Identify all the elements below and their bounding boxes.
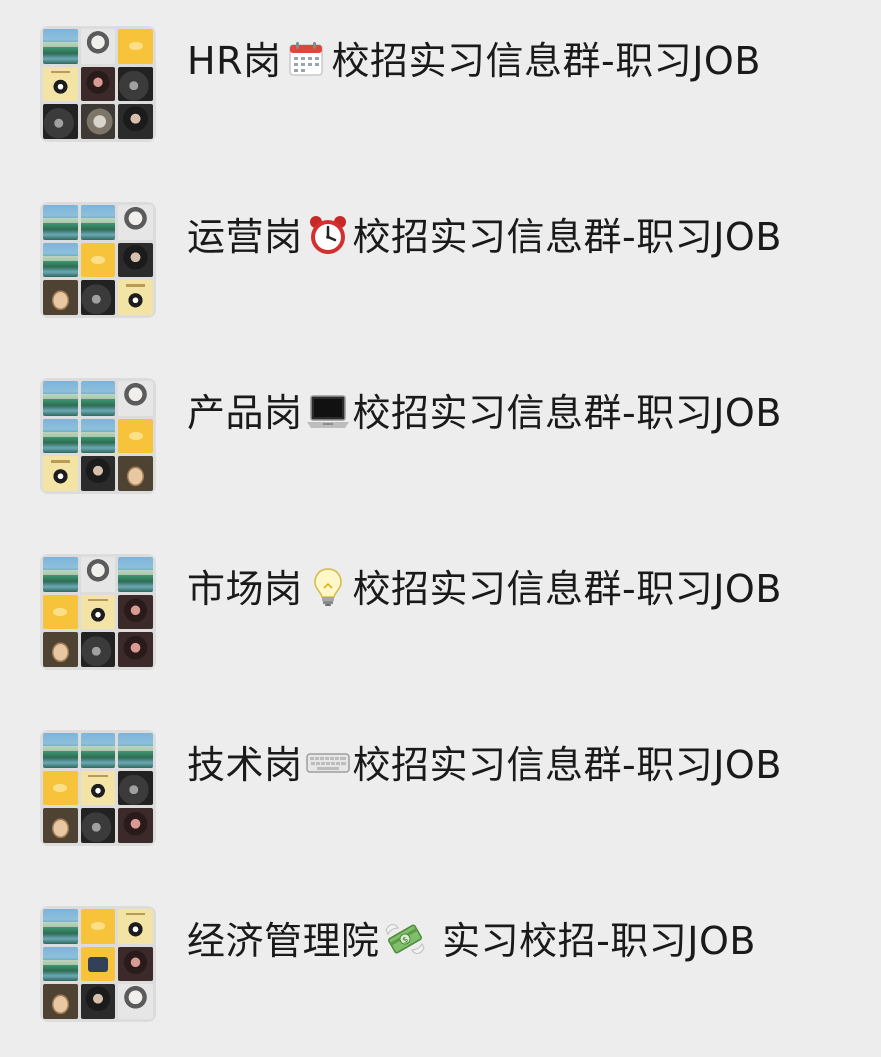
avatar-tile — [118, 104, 153, 139]
chat-title[interactable]: 市场岗 校招实习信息群-职习JOB — [187, 564, 782, 614]
avatar-tile — [80, 280, 116, 315]
chat-title[interactable]: 产品岗 校招实习信息群-职习JOB — [187, 388, 782, 438]
chat-title[interactable]: 技术岗 校招实习信息群-职习JOB — [187, 740, 782, 790]
avatar-tile — [80, 456, 116, 491]
avatar-tile — [43, 632, 78, 667]
avatar-tile — [118, 946, 153, 982]
avatar-tile — [80, 104, 116, 139]
chat-item[interactable]: 市场岗 校招实习信息群-职习JOB — [0, 528, 881, 704]
money-with-wings-icon: $ — [382, 916, 428, 962]
avatar-tile — [118, 66, 153, 102]
avatar-tile — [118, 205, 153, 240]
avatar-tile — [43, 418, 78, 454]
chat-list: HR岗 校招实习信息群-职习JOB 运营岗 校招实习信息群-职习JOB 产品岗 … — [0, 0, 881, 1057]
chat-title-prefix: 市场岗 — [187, 567, 303, 611]
avatar-tile — [43, 909, 78, 944]
calendar-icon — [283, 36, 329, 82]
chat-title-suffix: 校招实习信息群-职习JOB — [352, 743, 782, 787]
avatar-tile — [118, 456, 153, 491]
group-avatar[interactable] — [40, 202, 156, 318]
avatar-tile — [80, 594, 116, 630]
avatar-tile — [118, 242, 153, 278]
avatar-tile — [43, 946, 78, 982]
avatar-tile — [43, 594, 78, 630]
laptop-icon — [305, 388, 351, 434]
avatar-tile — [118, 770, 153, 806]
chat-item[interactable]: 产品岗 校招实习信息群-职习JOB — [0, 352, 881, 528]
avatar-tile — [80, 733, 116, 768]
avatar-tile — [80, 770, 116, 806]
chat-item[interactable]: 运营岗 校招实习信息群-职习JOB — [0, 176, 881, 352]
avatar-tile — [118, 808, 153, 843]
avatar-tile — [80, 205, 116, 240]
avatar-tile — [43, 557, 78, 592]
group-avatar[interactable] — [40, 554, 156, 670]
group-avatar[interactable] — [40, 378, 156, 494]
avatar-tile — [80, 946, 116, 982]
chat-title-prefix: 经济管理院 — [187, 919, 380, 963]
chat-title-prefix: 运营岗 — [187, 215, 303, 259]
light-bulb-icon — [305, 564, 351, 610]
avatar-tile — [43, 280, 78, 315]
chat-title-suffix: 校招实习信息群-职习JOB — [352, 215, 782, 259]
avatar-tile — [43, 381, 78, 416]
avatar-tile — [43, 733, 78, 768]
chat-title-suffix: 校招实习信息群-职习JOB — [331, 39, 761, 83]
avatar-tile — [118, 418, 153, 454]
avatar-tile — [80, 909, 116, 944]
avatar-tile — [118, 557, 153, 592]
avatar-tile — [118, 280, 153, 315]
chat-item[interactable]: 技术岗 校招实习信息群-职习JOB — [0, 704, 881, 880]
group-avatar[interactable] — [40, 730, 156, 846]
avatar-tile — [43, 456, 78, 491]
chat-title-prefix: 产品岗 — [187, 391, 303, 435]
avatar-tile — [43, 29, 78, 64]
chat-title-suffix: 校招实习信息群-职习JOB — [352, 391, 782, 435]
chat-item[interactable]: HR岗 校招实习信息群-职习JOB — [0, 0, 881, 176]
avatar-tile — [80, 557, 116, 592]
chat-title[interactable]: 运营岗 校招实习信息群-职习JOB — [187, 212, 782, 262]
avatar-tile — [80, 66, 116, 102]
avatar-tile — [80, 808, 116, 843]
avatar-tile — [43, 984, 78, 1019]
avatar-tile — [43, 808, 78, 843]
chat-title-prefix: 技术岗 — [187, 743, 303, 787]
chat-item[interactable]: 经济管理院 $ 实习校招-职习JOB — [0, 880, 881, 1056]
avatar-tile — [80, 29, 116, 64]
chat-title-prefix: HR岗 — [187, 39, 282, 83]
avatar-tile — [43, 66, 78, 102]
keyboard-icon — [305, 740, 351, 786]
avatar-tile — [43, 104, 78, 139]
avatar-tile — [118, 984, 153, 1019]
avatar-tile — [118, 381, 153, 416]
avatar-tile — [80, 381, 116, 416]
avatar-tile — [118, 594, 153, 630]
avatar-tile — [43, 242, 78, 278]
chat-title[interactable]: HR岗 校招实习信息群-职习JOB — [187, 36, 761, 86]
avatar-tile — [118, 909, 153, 944]
avatar-tile — [43, 770, 78, 806]
avatar-tile — [80, 984, 116, 1019]
avatar-tile — [80, 418, 116, 454]
chat-title-suffix: 校招实习信息群-职习JOB — [352, 567, 782, 611]
group-avatar[interactable] — [40, 26, 156, 142]
chat-title-suffix: 实习校招-职习JOB — [429, 919, 756, 963]
avatar-tile — [43, 205, 78, 240]
avatar-tile — [80, 632, 116, 667]
avatar-tile — [118, 632, 153, 667]
group-avatar[interactable] — [40, 906, 156, 1022]
avatar-tile — [80, 242, 116, 278]
avatar-tile — [118, 29, 153, 64]
avatar-tile — [118, 733, 153, 768]
alarm-clock-icon — [305, 212, 351, 258]
chat-title[interactable]: 经济管理院 $ 实习校招-职习JOB — [187, 916, 756, 966]
